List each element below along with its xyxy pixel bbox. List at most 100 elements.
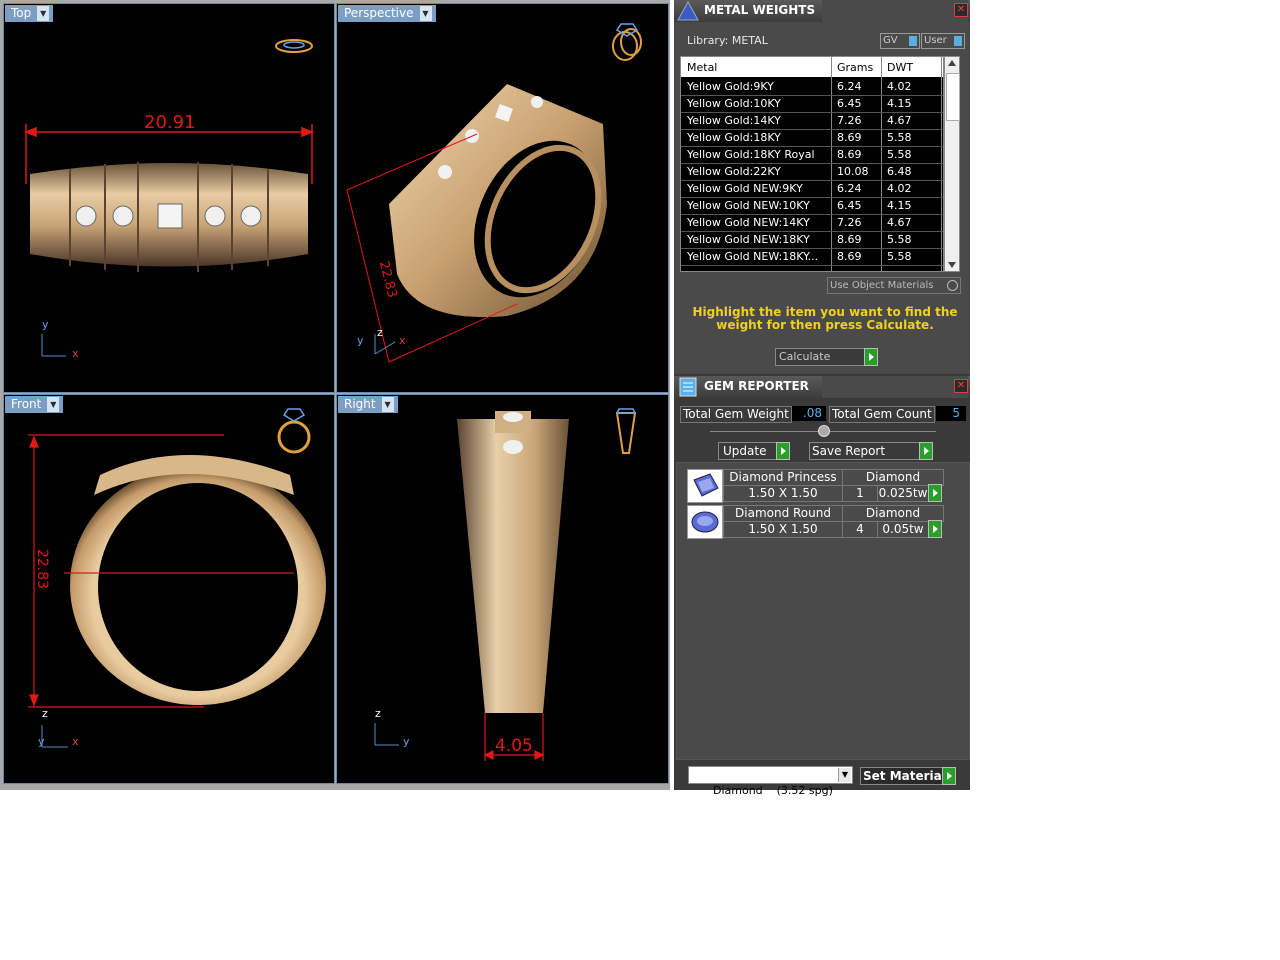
viewport-perspective[interactable]: Perspective ▼ 22.83 z y x (336, 3, 669, 393)
column-header-grams[interactable]: Grams (837, 61, 873, 74)
viewport-top[interactable]: Top ▼ 20.91 y x (3, 3, 335, 393)
grams-cell: 6.24 (837, 80, 862, 93)
gem-size: 1.50 X 1.50 (723, 485, 843, 502)
ring-front-render (28, 434, 326, 748)
table-row[interactable]: Yellow Gold:22KY 10.08 6.48 (681, 163, 943, 181)
table-row[interactable]: Yellow Gold NEW:18KY 8.69 5.58 (681, 231, 943, 249)
gem-go-button[interactable] (928, 484, 942, 502)
scroll-up-icon[interactable] (948, 60, 956, 66)
gem-weight: 0.05tw (877, 521, 929, 538)
axis-x-label: x (72, 347, 79, 360)
grams-cell: 10.08 (837, 165, 869, 178)
metal-cell: Yellow Gold NEW:10KY (687, 199, 810, 212)
radio-icon (947, 280, 958, 291)
close-icon[interactable]: ✕ (954, 379, 968, 393)
set-material-button[interactable]: Set Material (860, 767, 956, 785)
gem-list: Diamond Princess Diamond 1.50 X 1.50 1 0… (676, 462, 970, 760)
grams-cell: 6.45 (837, 199, 862, 212)
table-row[interactable]: Yellow Gold:14KY 7.26 4.67 (681, 112, 943, 130)
axis-y-label: y (357, 334, 364, 347)
save-report-button[interactable]: Save Report (809, 442, 933, 460)
library-label: Library: METAL (687, 34, 768, 47)
gem-reporter-title: GEM REPORTER (704, 379, 809, 393)
column-header-metal[interactable]: Metal (687, 61, 717, 74)
grams-cell: 6.45 (837, 97, 862, 110)
axis-x-label: x (399, 334, 406, 347)
table-row[interactable]: Yellow Gold:18KY 8.69 5.58 (681, 129, 943, 147)
set-material-label: Set Material (863, 769, 946, 783)
panel-tab-filler (822, 0, 968, 22)
gem-name: Diamond Princess (723, 469, 843, 486)
gem-count: 4 (842, 521, 878, 538)
metal-cell: Yellow Gold NEW:18KY... (687, 250, 819, 263)
diamond-round-icon (687, 505, 723, 539)
metal-weights-title: METAL WEIGHTS (704, 3, 816, 17)
total-count-value: 5 (936, 406, 966, 421)
gv-toggle[interactable]: GV (880, 33, 920, 49)
table-row[interactable]: Yellow Gold NEW:10KY 6.45 4.15 (681, 197, 943, 215)
play-icon (919, 442, 933, 460)
ring-perspective-render (346, 84, 607, 363)
material-select[interactable]: Diamond (3.52 spg) ▼ (688, 766, 853, 797)
metal-cell: Yellow Gold:22KY (687, 165, 781, 178)
scroll-thumb[interactable] (946, 73, 960, 121)
dimension-label: 22.83 (34, 548, 51, 590)
close-icon[interactable]: ✕ (954, 3, 968, 17)
scroll-down-icon[interactable] (948, 262, 956, 268)
use-object-materials-toggle[interactable]: Use Object Materials (827, 277, 961, 294)
table-row[interactable]: Yellow Gold NEW:18KY... 8.69 5.58 (681, 248, 943, 266)
vertical-scrollbar[interactable] (944, 56, 960, 272)
gem-weight: 0.025tw (877, 485, 929, 502)
axis-y-label: y (42, 318, 49, 331)
gem-row[interactable]: Diamond Round Diamond 1.50 X 1.50 4 0.05… (687, 505, 944, 539)
viewport-right[interactable]: Right ▼ 4.05 z y (336, 394, 669, 784)
table-row[interactable]: Yellow Gold NEW:14KY 7.26 4.67 (681, 214, 943, 232)
save-report-label: Save Report (812, 444, 886, 458)
splitter-grip-icon[interactable] (818, 425, 830, 437)
metal-weights-titlebar: METAL WEIGHTS ✕ (674, 0, 970, 22)
dwt-cell: 4.15 (887, 199, 912, 212)
viewport-front[interactable]: Front ▼ 22.83 z y x (3, 394, 335, 784)
column-header-dwt[interactable]: DWT (887, 61, 913, 74)
table-row[interactable]: Yellow Gold NEW:9KY 6.24 4.02 (681, 180, 943, 198)
calculate-button[interactable]: Calculate (775, 348, 878, 366)
dimension-label: 4.05 (495, 736, 533, 756)
table-row[interactable]: Yellow Gold:18KY Royal 8.69 5.58 (681, 146, 943, 164)
metal-weights-table[interactable]: Metal Grams DWT Yellow Gold:9KY 6.24 4.02 Y… (680, 56, 944, 272)
gem-go-button[interactable] (928, 520, 942, 538)
grams-cell: 7.26 (837, 114, 862, 127)
metal-cell: Yellow Gold NEW:18KY (687, 233, 810, 246)
axis-z-label: z (377, 326, 383, 339)
dwt-cell: 6.48 (887, 165, 912, 178)
chevron-down-icon[interactable]: ▼ (838, 768, 851, 782)
dwt-cell: 4.02 (887, 80, 912, 93)
dwt-cell: 5.58 (887, 250, 912, 263)
panel-tab-filler (822, 376, 968, 398)
gem-reporter-body: Total Gem Weight .08 Total Gem Count 5 U… (674, 398, 970, 797)
metal-cell: Yellow Gold NEW:9KY (687, 182, 803, 195)
user-toggle[interactable]: User (921, 33, 965, 49)
calculate-label: Calculate (779, 350, 831, 363)
table-row[interactable]: Yellow Gold:10KY 6.45 4.15 (681, 95, 943, 113)
play-icon (928, 520, 942, 538)
gem-row[interactable]: Diamond Princess Diamond 1.50 X 1.50 1 0… (687, 469, 944, 503)
update-button[interactable]: Update (718, 442, 790, 460)
play-icon (928, 484, 942, 502)
axis-y-label: y (403, 735, 410, 748)
grams-cell: 6.24 (837, 182, 862, 195)
metal-cell: Yellow Gold:18KY Royal (687, 148, 815, 161)
table-row[interactable]: Yellow Gold:9KY 6.24 4.02 (681, 78, 943, 96)
dwt-cell: 5.58 (887, 233, 912, 246)
metal-cell: Yellow Gold:9KY (687, 80, 774, 93)
metal-cell: Yellow Gold NEW:14KY (687, 216, 810, 229)
gem-size: 1.50 X 1.50 (723, 521, 843, 538)
dwt-cell: 4.67 (887, 216, 912, 229)
metal-cell: Yellow Gold:18KY (687, 131, 781, 144)
gem-reporter-icon (679, 377, 697, 397)
use-object-materials-label: Use Object Materials (830, 280, 934, 291)
grams-cell: 8.69 (837, 250, 862, 263)
gem-reporter-titlebar: GEM REPORTER ✕ (674, 376, 970, 398)
gv-label: GV (883, 35, 898, 46)
metal-cell: Yellow Gold:14KY (687, 114, 781, 127)
viewport-area: Top ▼ 20.91 y x Perspective ▼ 22.83 z y … (0, 0, 670, 790)
